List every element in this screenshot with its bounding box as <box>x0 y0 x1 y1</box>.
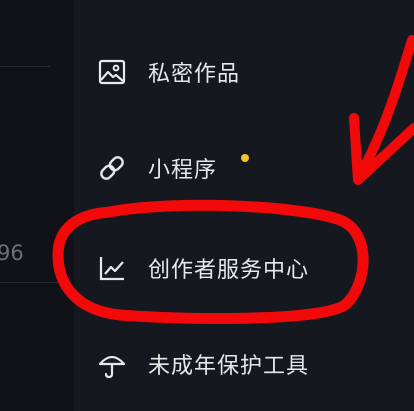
background-page: 96 <box>0 0 74 411</box>
app-screen: 96 私密作品 小程序 创作者服务中心 未成年保护工具 <box>0 0 414 411</box>
background-count: 96 <box>0 241 24 265</box>
link-icon <box>96 152 128 184</box>
menu-item-minor-protection-tools[interactable]: 未成年保护工具 <box>96 344 309 384</box>
menu-item-label: 小程序 <box>148 158 218 183</box>
divider <box>0 282 60 283</box>
notification-dot <box>241 154 249 162</box>
menu-item-creator-service-center[interactable]: 创作者服务中心 <box>96 248 309 288</box>
divider <box>0 66 50 67</box>
umbrella-icon <box>96 348 128 380</box>
menu-item-mini-programs[interactable]: 小程序 <box>96 148 249 188</box>
chart-icon <box>96 252 128 284</box>
menu-item-label: 创作者服务中心 <box>148 258 310 283</box>
menu-item-private-works[interactable]: 私密作品 <box>96 52 240 92</box>
menu-item-label: 未成年保护工具 <box>148 354 310 379</box>
menu-item-label: 私密作品 <box>148 62 241 87</box>
side-menu-drawer: 私密作品 小程序 创作者服务中心 未成年保护工具 <box>74 0 414 411</box>
image-icon <box>96 56 128 88</box>
